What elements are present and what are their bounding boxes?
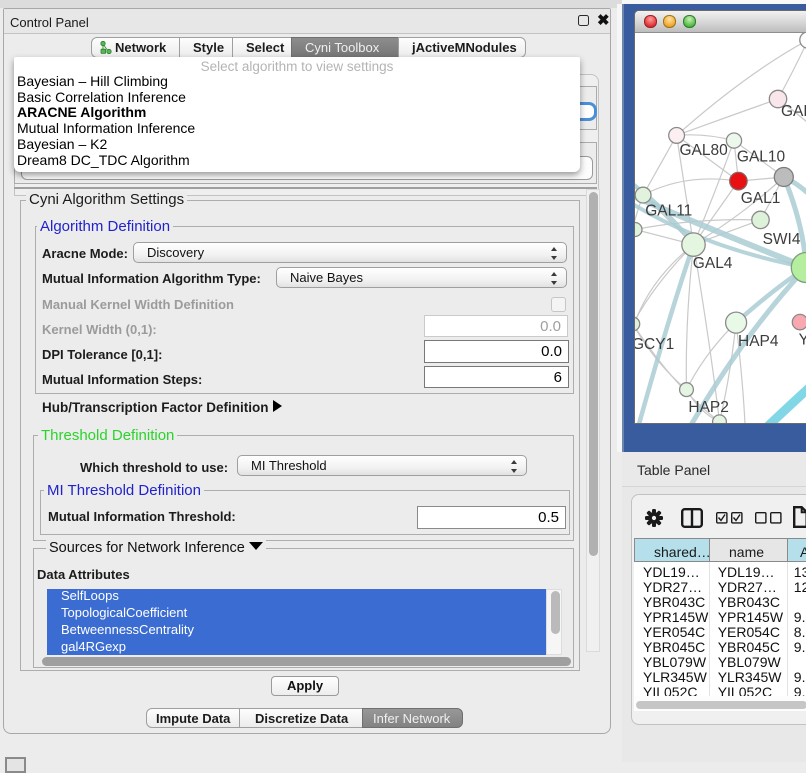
svg-text:GAL11: GAL11 [645,203,692,220]
svg-text:SWI4: SWI4 [763,231,801,248]
svg-text:Y: Y [799,332,806,349]
svg-text:GAL1: GAL1 [741,190,781,207]
svg-text:HAP4: HAP4 [738,333,779,350]
svg-text:GAL10: GAL10 [737,149,786,166]
svg-text:HAP2: HAP2 [688,399,729,416]
svg-text:GCY1: GCY1 [635,336,674,353]
svg-text:GAL80: GAL80 [680,142,729,159]
svg-text:GAL4: GAL4 [693,255,733,272]
svg-text:GAL7: GAL7 [781,103,806,120]
